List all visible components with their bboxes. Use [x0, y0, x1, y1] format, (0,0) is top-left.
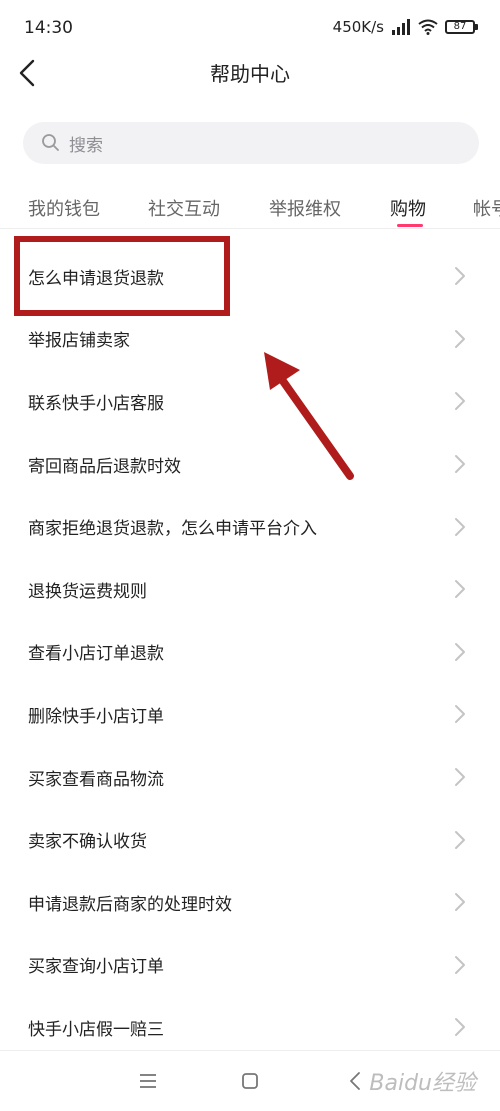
- list-item[interactable]: 买家查询小店订单: [0, 934, 500, 997]
- watermark: Baidu经验: [369, 1071, 476, 1096]
- annotation-highlight-box: [14, 236, 230, 316]
- list-item-label: 查看小店订单退款: [28, 644, 164, 665]
- battery-level: 87: [445, 20, 475, 34]
- network-speed: 450K/s: [332, 18, 384, 36]
- wifi-icon: [418, 19, 438, 35]
- chevron-right-icon: [455, 1018, 465, 1037]
- chevron-right-icon: [455, 455, 465, 474]
- status-time: 14:30: [24, 18, 73, 38]
- back-nav-icon[interactable]: [344, 1069, 368, 1093]
- chevron-right-icon: [455, 955, 465, 974]
- home-icon[interactable]: [238, 1069, 262, 1093]
- chevron-right-icon: [455, 830, 465, 849]
- chevron-right-icon: [455, 768, 465, 787]
- chevron-right-icon: [455, 329, 465, 348]
- list-item-label: 联系快手小店客服: [28, 393, 164, 414]
- chevron-right-icon: [455, 705, 465, 724]
- chevron-right-icon: [455, 642, 465, 661]
- category-tabs: 我的钱包 社交互动 举报维权 购物 帐号: [0, 190, 500, 230]
- list-item-label: 快手小店假一赔三: [28, 1019, 164, 1040]
- chevron-right-icon: [455, 392, 465, 411]
- status-indicators: 450K/s 87: [333, 18, 478, 36]
- tab-social[interactable]: 社交互动: [148, 195, 220, 221]
- list-item-label: 买家查看商品物流: [28, 769, 164, 790]
- list-item-label: 商家拒绝退货退款，怎么申请平台介入: [28, 519, 317, 540]
- tab-report[interactable]: 举报维权: [269, 195, 341, 221]
- chevron-right-icon: [455, 580, 465, 599]
- tab-shopping[interactable]: 购物: [390, 195, 426, 221]
- list-item[interactable]: 删除快手小店订单: [0, 683, 500, 746]
- list-item-label: 寄回商品后退款时效: [28, 456, 181, 477]
- battery-icon: 87: [445, 20, 478, 34]
- list-item-label: 买家查询小店订单: [28, 957, 164, 978]
- search-icon: [42, 134, 59, 151]
- list-item-label: 申请退款后商家的处理时效: [28, 894, 232, 915]
- menu-icon[interactable]: [136, 1069, 160, 1093]
- divider: [0, 228, 500, 229]
- search-input[interactable]: 搜索: [23, 122, 479, 164]
- chevron-right-icon: [455, 893, 465, 912]
- list-item-label: 卖家不确认收货: [28, 832, 147, 853]
- search-placeholder: 搜索: [69, 135, 103, 156]
- list-item[interactable]: 卖家不确认收货: [0, 808, 500, 871]
- list-item[interactable]: 查看小店订单退款: [0, 621, 500, 684]
- system-nav-bar: Baidu经验: [0, 1051, 500, 1111]
- list-item[interactable]: 买家查看商品物流: [0, 746, 500, 809]
- header: 帮助中心: [0, 44, 500, 100]
- list-item-label: 删除快手小店订单: [28, 706, 164, 727]
- signal-icon: [392, 19, 410, 35]
- chevron-right-icon: [455, 267, 465, 286]
- active-tab-indicator: [397, 224, 423, 227]
- list-item-label: 举报店铺卖家: [28, 331, 130, 352]
- annotation-arrow-icon: [264, 352, 354, 480]
- list-item-label: 退换货运费规则: [28, 581, 147, 602]
- list-item[interactable]: 商家拒绝退货退款，怎么申请平台介入: [0, 495, 500, 558]
- list-item[interactable]: 申请退款后商家的处理时效: [0, 871, 500, 934]
- chevron-right-icon: [455, 517, 465, 536]
- page-title: 帮助中心: [210, 62, 290, 86]
- tab-account[interactable]: 帐号: [473, 195, 500, 221]
- tab-wallet[interactable]: 我的钱包: [28, 195, 100, 221]
- list-item[interactable]: 退换货运费规则: [0, 558, 500, 621]
